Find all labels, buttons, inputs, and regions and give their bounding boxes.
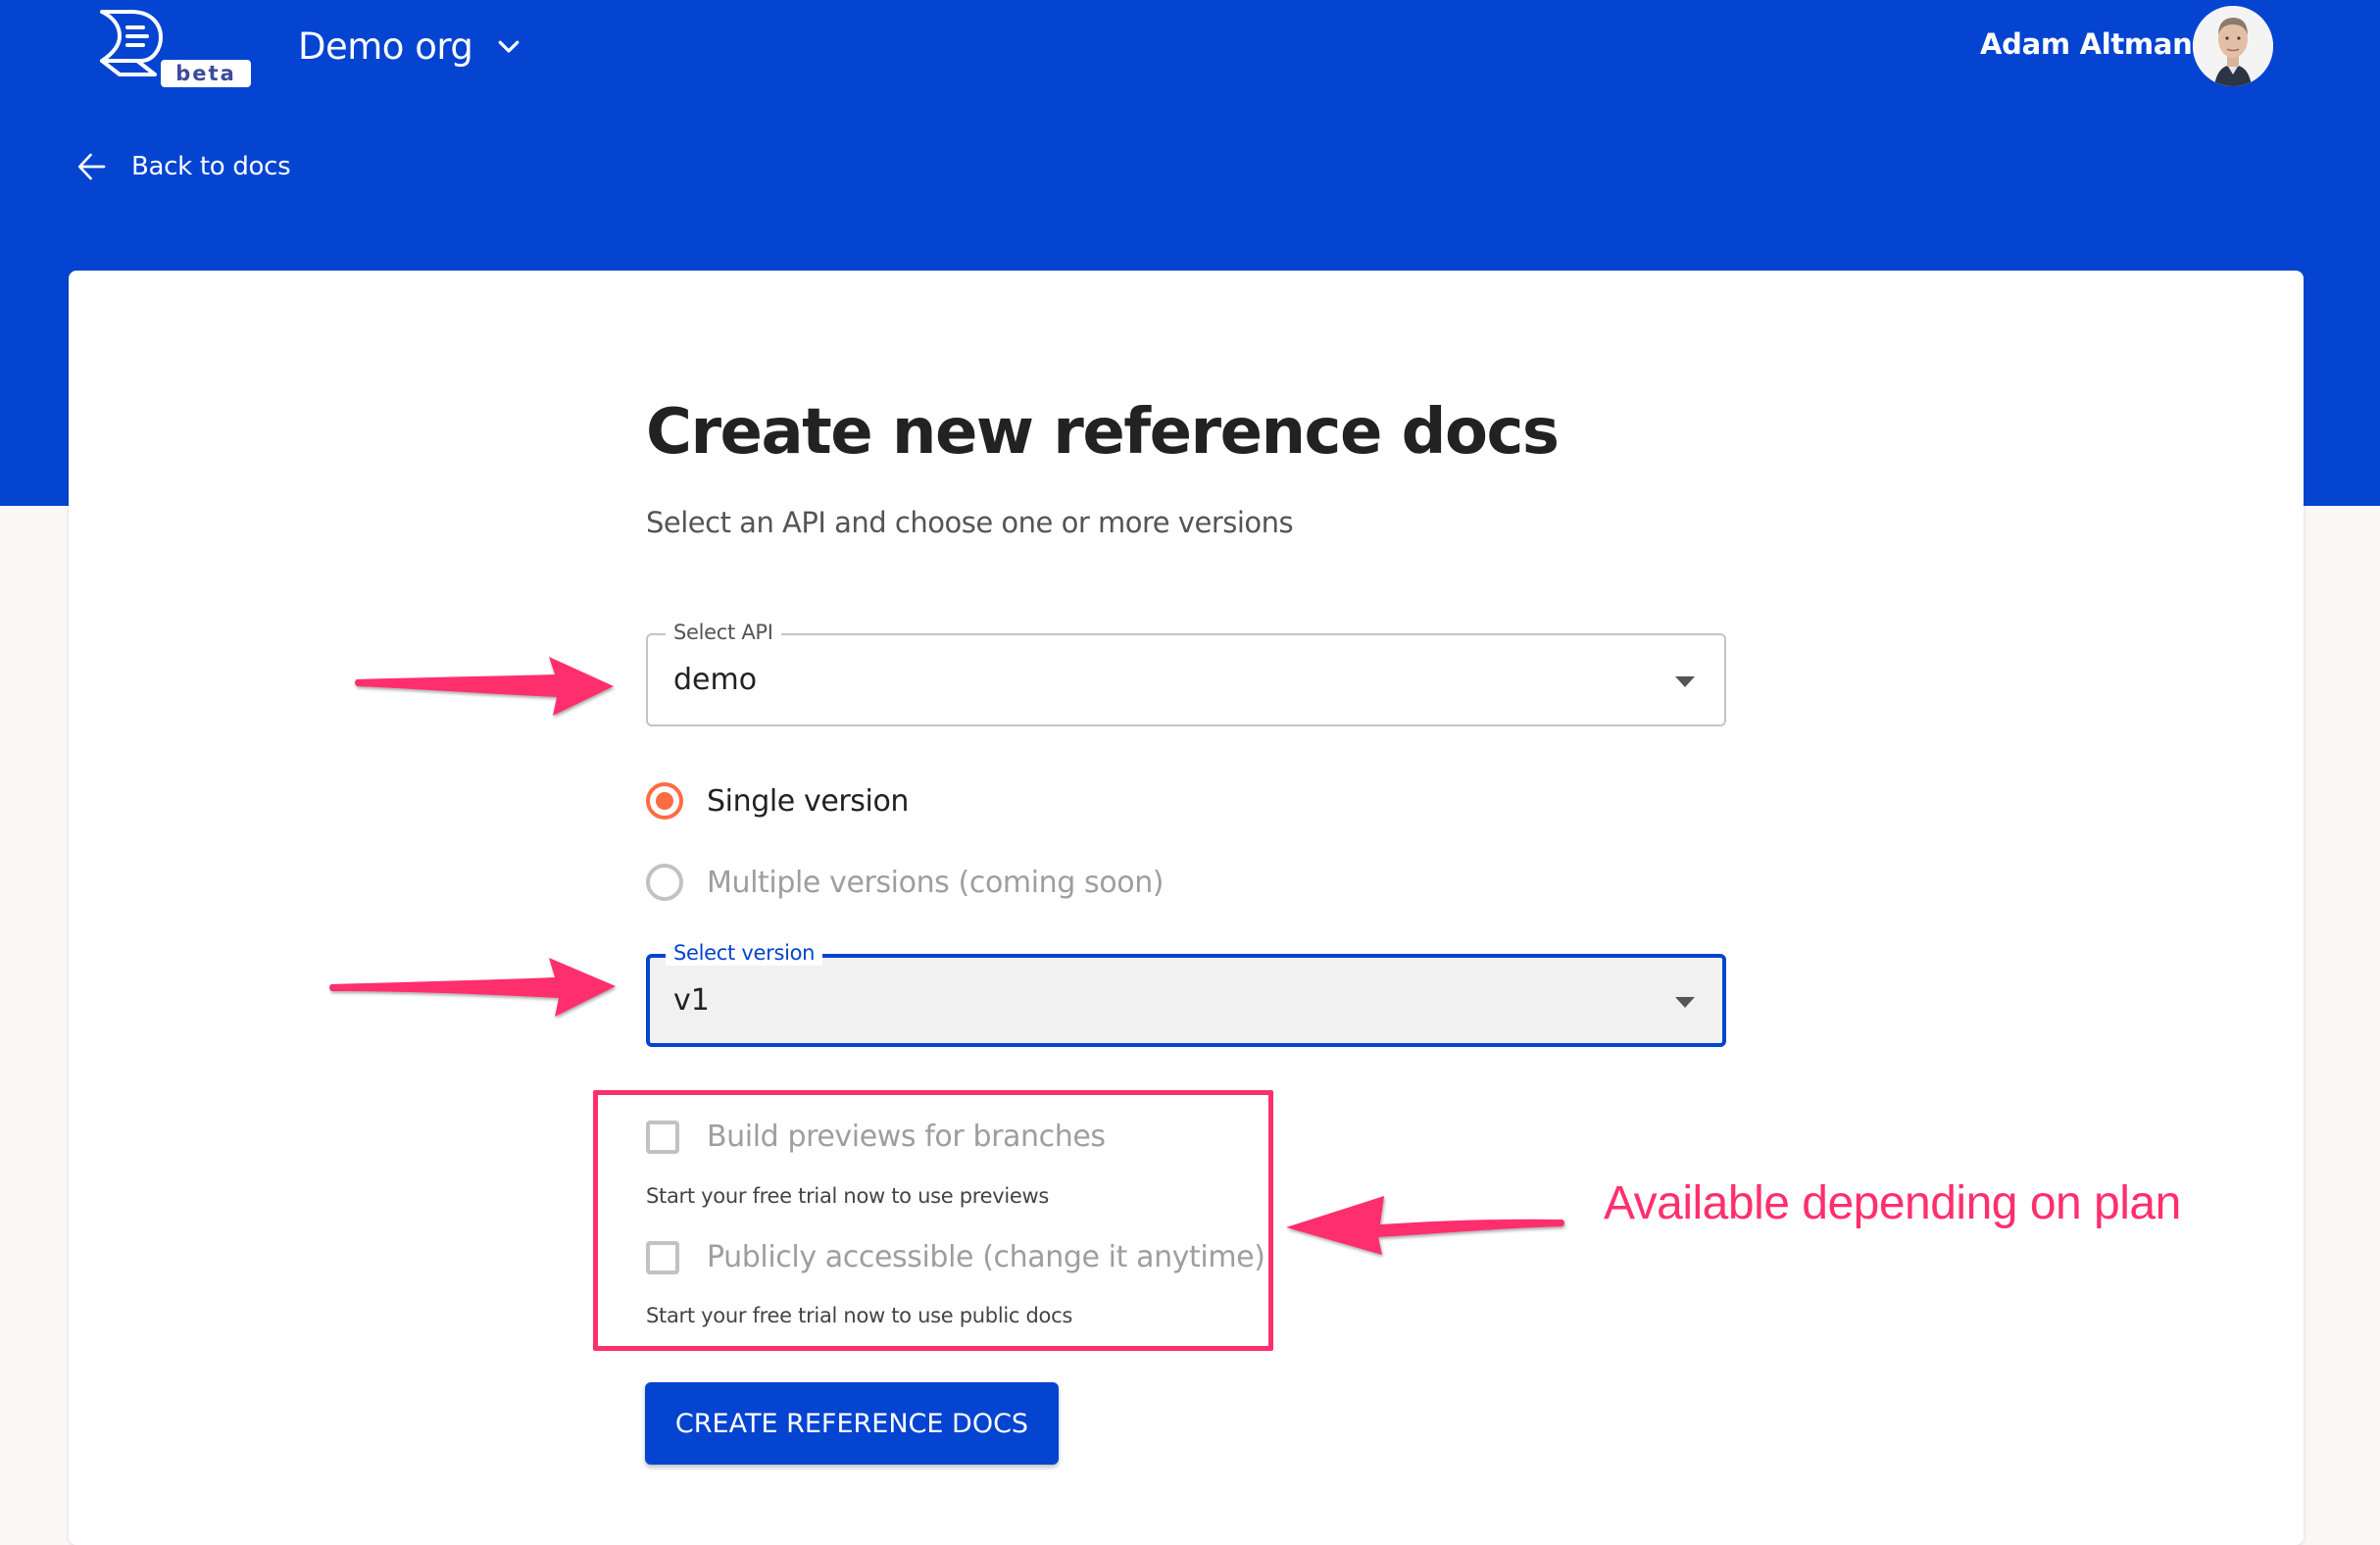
radio-multiple-versions[interactable]: Multiple versions (coming soon) bbox=[646, 864, 1165, 901]
caret-down-icon bbox=[1675, 997, 1695, 1008]
select-version-dropdown[interactable]: Select version v1 bbox=[646, 940, 1726, 1047]
create-reference-docs-button[interactable]: CREATE REFERENCE DOCS bbox=[645, 1382, 1059, 1465]
redocly-logo[interactable]: beta bbox=[98, 4, 255, 88]
org-switcher[interactable]: Demo org bbox=[298, 22, 523, 71]
radio-multiple-versions-label: Multiple versions (coming soon) bbox=[707, 865, 1165, 900]
page-title: Create new reference docs bbox=[646, 396, 1560, 469]
logo-badge: beta bbox=[175, 62, 235, 85]
select-version-label: Select version bbox=[666, 940, 823, 966]
select-api-dropdown[interactable]: Select API demo bbox=[646, 620, 1726, 726]
org-name: Demo org bbox=[298, 25, 473, 68]
radio-checked-icon[interactable] bbox=[646, 782, 683, 820]
select-api-label: Select API bbox=[666, 620, 781, 645]
select-api-value: demo bbox=[673, 663, 758, 697]
back-to-docs-label: Back to docs bbox=[131, 152, 291, 181]
radio-single-version[interactable]: Single version bbox=[646, 782, 909, 820]
arrow-left-icon bbox=[77, 153, 106, 180]
radio-unchecked-icon[interactable] bbox=[646, 864, 683, 901]
avatar[interactable] bbox=[2193, 6, 2273, 86]
page-subtitle: Select an API and choose one or more ver… bbox=[646, 506, 1294, 539]
logo-icon: beta bbox=[100, 10, 251, 87]
radio-single-version-label: Single version bbox=[707, 783, 910, 819]
chevron-down-icon bbox=[499, 40, 520, 53]
back-to-docs-link[interactable]: Back to docs bbox=[74, 149, 291, 184]
caret-down-icon bbox=[1675, 676, 1695, 687]
plan-annotation-text: Available depending on plan bbox=[1604, 1177, 2181, 1229]
plan-annotation-box bbox=[593, 1090, 1273, 1351]
user-name[interactable]: Adam Altman bbox=[1980, 27, 2193, 61]
user-photo-icon bbox=[2193, 6, 2273, 86]
select-version-value: v1 bbox=[673, 983, 710, 1018]
